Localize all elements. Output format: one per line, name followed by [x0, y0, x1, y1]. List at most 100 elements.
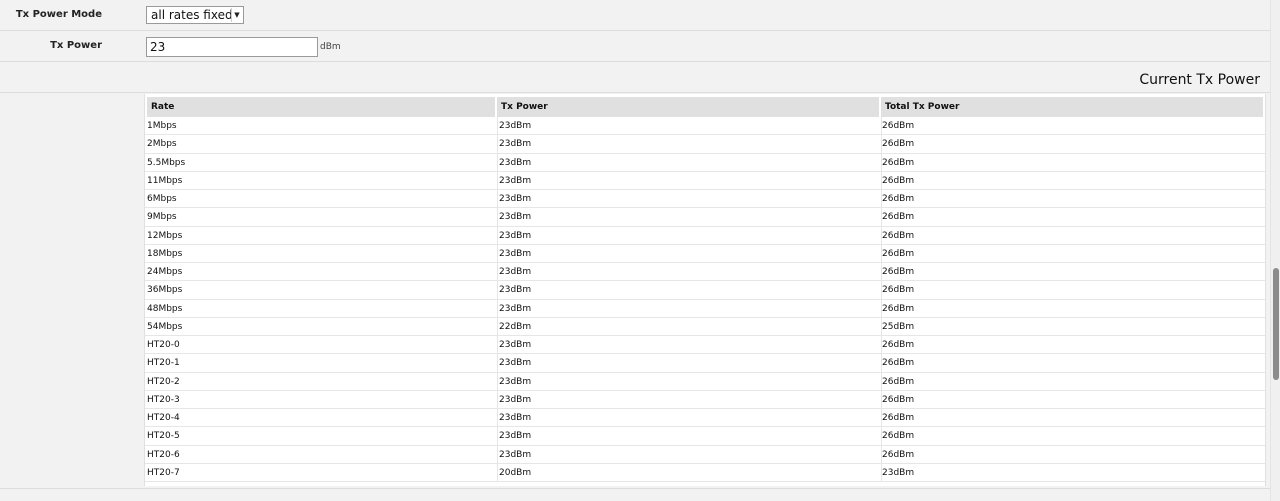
cell-tx-power: 23dBm [497, 299, 881, 318]
cell-tx-power: 23dBm [497, 190, 881, 208]
table-row: 1Mbps 23dBm 26dBm [145, 117, 1265, 136]
table-row: HT20-4 23dBm 26dBm [145, 409, 1265, 428]
table-row: 9Mbps 23dBm 26dBm [145, 208, 1265, 227]
tx-power-mode-label: Tx Power Mode [15, 9, 102, 20]
table-row: 11Mbps 23dBm 26dBm [145, 171, 1265, 190]
cell-total-tx-power: 26dBm [881, 390, 1265, 409]
cell-tx-power: 23dBm [497, 153, 881, 172]
table-row: 18Mbps 23dBm 26dBm [145, 244, 1265, 263]
table-row: HT20-3 23dBm 26dBm [145, 390, 1265, 409]
table-row: HT20-2 23dBm 26dBm [145, 372, 1265, 391]
cell-total-tx-power: 26dBm [881, 299, 1265, 318]
scrollbar-thumb[interactable] [1273, 268, 1279, 380]
cell-tx-power: 23dBm [497, 409, 881, 427]
table-row: 36Mbps 23dBm 26dBm [145, 281, 1265, 300]
cell-total-tx-power: 25dBm [881, 317, 1265, 336]
cell-rate: 11Mbps [147, 175, 183, 186]
current-tx-power-title: Current Tx Power [1139, 72, 1260, 88]
cell-tx-power: 23dBm [497, 263, 881, 281]
cell-rate: HT20-3 [147, 394, 180, 405]
table-row: 54Mbps 22dBm 25dBm [145, 317, 1265, 336]
page-scrollbar[interactable] [1270, 0, 1280, 501]
cell-rate: HT20-4 [147, 413, 180, 423]
cell-rate: HT20-2 [147, 376, 180, 387]
cell-rate: 6Mbps [147, 194, 177, 204]
cell-rate: HT20-5 [147, 431, 180, 442]
cell-rate: 5.5Mbps [147, 157, 186, 168]
cell-tx-power: 23dBm [497, 390, 881, 409]
cell-tx-power: 23dBm [497, 281, 881, 300]
cell-total-tx-power: 23dBm [881, 463, 1265, 482]
table-row: HT20-5 23dBm 26dBm [145, 427, 1265, 446]
cell-total-tx-power: 26dBm [881, 372, 1265, 391]
cell-total-tx-power: 26dBm [881, 263, 1265, 281]
cell-tx-power: 23dBm [497, 354, 881, 373]
cell-total-tx-power: 26dBm [881, 281, 1265, 300]
table-row: HT20-0 23dBm 26dBm [145, 336, 1265, 355]
table-row: HT20-1 23dBm 26dBm [145, 354, 1265, 373]
cell-total-tx-power: 26dBm [881, 336, 1265, 354]
table-row: HT20-6 23dBm 26dBm [145, 445, 1265, 464]
cell-rate: 48Mbps [147, 303, 183, 314]
tx-power-label: Tx Power [50, 40, 102, 51]
cell-total-tx-power: 26dBm [881, 135, 1265, 154]
tx-power-mode-selected-value: all rates fixed [151, 8, 233, 22]
cell-total-tx-power: 26dBm [881, 409, 1265, 427]
table-row: 2Mbps 23dBm 26dBm [145, 135, 1265, 154]
cell-tx-power: 23dBm [497, 244, 881, 263]
cell-rate: HT20-6 [147, 449, 180, 460]
cell-rate: HT20-1 [147, 358, 180, 369]
table-row: 12Mbps 23dBm 26dBm [145, 226, 1265, 245]
cell-rate: 18Mbps [147, 248, 183, 259]
column-header-rate: Rate [147, 97, 495, 117]
table-row: 5.5Mbps 23dBm 26dBm [145, 153, 1265, 172]
chevron-down-icon[interactable]: ▼ [231, 8, 242, 22]
tx-power-row: Tx Power dBm [0, 31, 1270, 62]
cell-rate: 1Mbps [147, 121, 177, 131]
table-body: 1Mbps 23dBm 26dBm 2Mbps 23dBm 26dBm 5.5Mbps 23d… [145, 117, 1265, 482]
cell-tx-power: 23dBm [497, 135, 881, 154]
cell-rate: 54Mbps [147, 321, 183, 332]
cell-tx-power: 20dBm [497, 463, 881, 482]
table-row: 6Mbps 23dBm 26dBm [145, 190, 1265, 209]
tx-power-page: Tx Power Mode all rates fixed ▼ Tx Power… [0, 0, 1280, 501]
cell-total-tx-power: 26dBm [881, 117, 1265, 135]
cell-tx-power: 23dBm [497, 445, 881, 464]
section-divider [0, 92, 1270, 93]
cell-total-tx-power: 26dBm [881, 445, 1265, 464]
cell-rate: 9Mbps [147, 212, 177, 223]
column-header-tx-power: Tx Power [497, 97, 879, 117]
bottom-divider [0, 488, 1270, 489]
tx-power-mode-select[interactable]: all rates fixed ▼ [146, 6, 244, 24]
column-header-total-tx-power: Total Tx Power [881, 97, 1263, 117]
cell-rate: 12Mbps [147, 230, 183, 241]
cell-tx-power: 23dBm [497, 208, 881, 227]
cell-rate: HT20-7 [147, 467, 180, 478]
current-tx-power-table: Rate Tx Power Total Tx Power 1Mbps 23dBm 2… [144, 94, 1266, 486]
tx-power-input[interactable] [146, 37, 318, 57]
cell-tx-power: 23dBm [497, 372, 881, 391]
cell-tx-power: 23dBm [497, 427, 881, 446]
cell-rate: 36Mbps [147, 285, 183, 296]
table-row: 24Mbps 23dBm 26dBm [145, 263, 1265, 282]
table-header-row: Rate Tx Power Total Tx Power [147, 97, 1263, 117]
table-row: 48Mbps 23dBm 26dBm [145, 299, 1265, 318]
cell-tx-power: 23dBm [497, 226, 881, 245]
cell-total-tx-power: 26dBm [881, 171, 1265, 190]
cell-tx-power: 23dBm [497, 171, 881, 190]
cell-total-tx-power: 26dBm [881, 354, 1265, 373]
cell-tx-power: 22dBm [497, 317, 881, 336]
cell-total-tx-power: 26dBm [881, 208, 1265, 227]
tx-power-unit: dBm [320, 42, 341, 52]
cell-total-tx-power: 26dBm [881, 153, 1265, 172]
cell-rate: 24Mbps [147, 267, 183, 277]
cell-tx-power: 23dBm [497, 336, 881, 354]
cell-total-tx-power: 26dBm [881, 427, 1265, 446]
tx-power-mode-row: Tx Power Mode all rates fixed ▼ [0, 0, 1270, 31]
table-row: HT20-7 20dBm 23dBm [145, 463, 1265, 482]
cell-rate: HT20-0 [147, 340, 180, 350]
cell-tx-power: 23dBm [497, 117, 881, 135]
cell-rate: 2Mbps [147, 139, 177, 150]
cell-total-tx-power: 26dBm [881, 244, 1265, 263]
cell-total-tx-power: 26dBm [881, 190, 1265, 208]
